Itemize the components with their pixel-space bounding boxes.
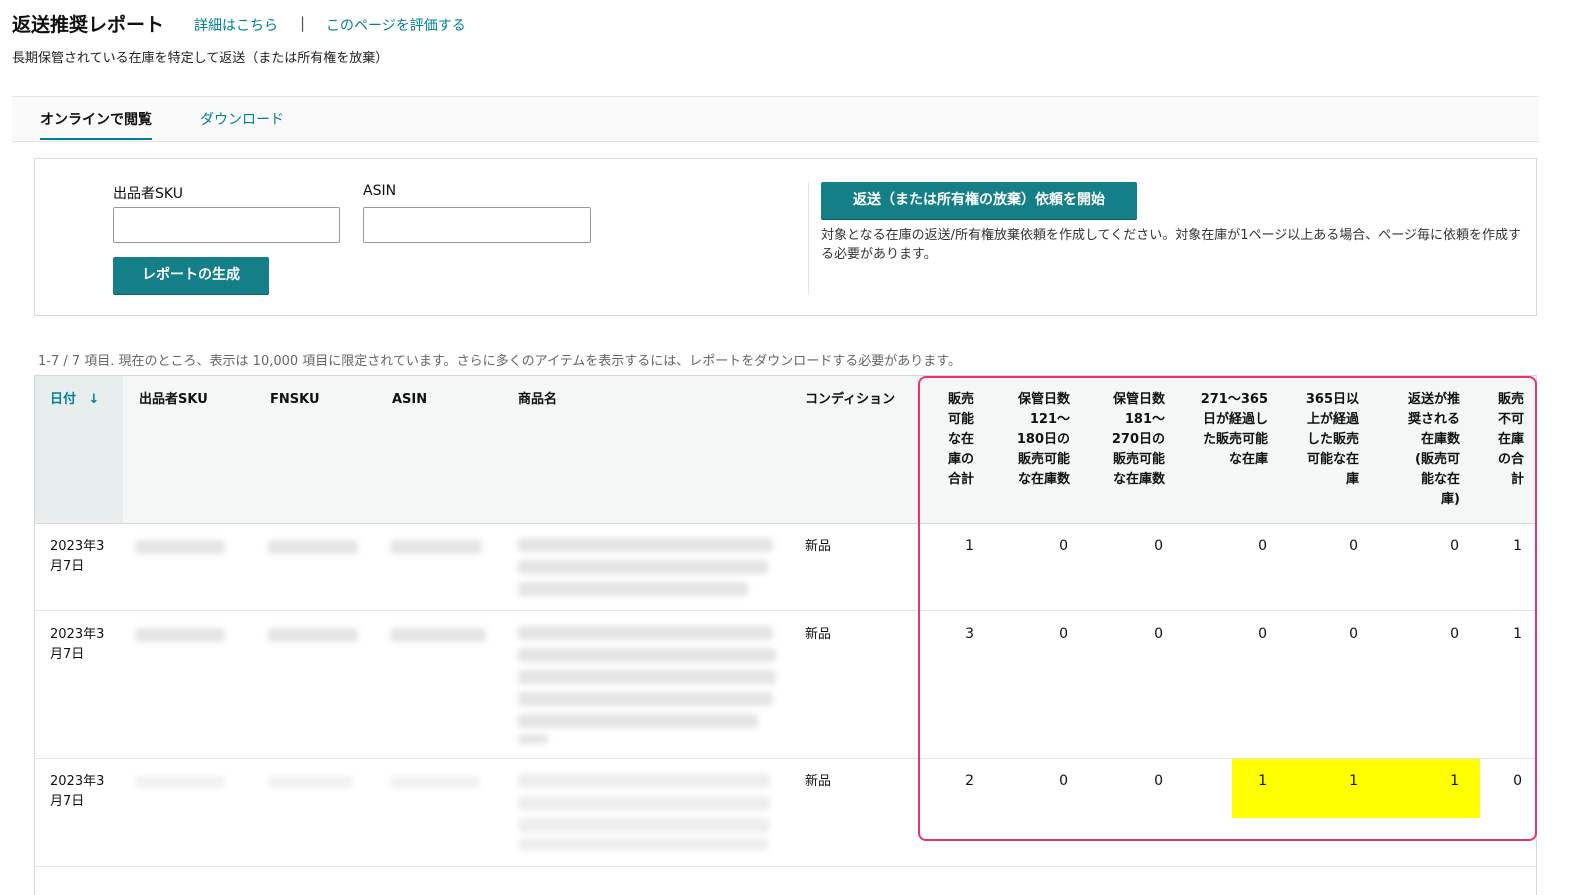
sort-down-arrow-icon[interactable]: ↓	[89, 392, 100, 407]
page-title: 返送推奨レポート	[12, 14, 165, 36]
date-line: 2023年3	[50, 627, 105, 642]
product-name-column-header[interactable]: 商品名	[518, 390, 557, 410]
panel-divider	[808, 182, 809, 294]
asin-input[interactable]	[363, 207, 591, 243]
blurred-fnsku	[268, 628, 358, 642]
blurred-product-name	[518, 818, 770, 832]
removal-info-text: 対象となる在庫の返送/所有権放棄依頼を作成してください。対象在庫が1ページ以上あ…	[821, 228, 1521, 262]
date-line: 月7日	[50, 559, 85, 574]
blurred-fnsku	[268, 540, 358, 554]
blurred-product-name	[518, 538, 773, 552]
blurred-sku	[135, 628, 225, 642]
blurred-sku	[135, 776, 225, 788]
blurred-product-name	[518, 774, 770, 788]
view-tabs: オンラインで閲覧 ダウンロード	[12, 96, 1539, 142]
condition-cell: 新品	[805, 539, 832, 554]
date-header-label: 日付	[50, 392, 77, 407]
date-line: 月7日	[50, 794, 85, 809]
date-line: 2023年3	[50, 774, 105, 789]
date-line: 2023年3	[50, 539, 105, 554]
sku-column-header[interactable]: 出品者SKU	[139, 390, 208, 410]
start-removal-button[interactable]: 返送（または所有権の放棄）依頼を開始	[821, 182, 1137, 219]
annotation-highlight-box	[918, 376, 1537, 841]
details-link[interactable]: 詳細はこちら	[194, 15, 278, 35]
tab-download[interactable]: ダウンロード	[200, 109, 284, 129]
blurred-fnsku	[268, 776, 353, 788]
blurred-sku	[135, 540, 225, 554]
blurred-product-name	[518, 734, 548, 744]
condition-column-header[interactable]: コンディション	[805, 390, 895, 410]
blurred-product-name	[518, 838, 768, 850]
date-cell: 2023年3 月7日	[50, 537, 104, 577]
rate-page-link[interactable]: このページを評価する	[326, 15, 466, 35]
page-subtitle: 長期保管されている在庫を特定して返送（または所有権を放棄）	[12, 51, 389, 66]
blurred-product-name	[518, 648, 776, 662]
date-cell: 2023年3 月7日	[50, 625, 104, 665]
asin-column-header[interactable]: ASIN	[392, 390, 427, 410]
asin-label: ASIN	[363, 183, 397, 199]
blurred-asin	[390, 540, 482, 554]
blurred-product-name	[518, 560, 768, 574]
blurred-product-name	[518, 670, 776, 684]
blurred-product-name	[518, 796, 770, 810]
generate-report-button[interactable]: レポートの生成	[113, 257, 269, 294]
blurred-asin	[390, 628, 486, 642]
blurred-product-name	[518, 714, 758, 728]
sku-label: 出品者SKU	[113, 186, 183, 202]
row-divider	[35, 866, 1536, 867]
condition-cell: 新品	[805, 627, 832, 642]
blurred-product-name	[518, 626, 773, 640]
date-column-header[interactable]: 日付 ↓	[50, 390, 99, 410]
condition-cell: 新品	[805, 774, 832, 789]
blurred-product-name	[518, 692, 773, 706]
blurred-product-name	[518, 582, 748, 596]
result-count: 1-7 / 7 項目. 現在のところ、表示は 10,000 項目に限定されていま…	[38, 354, 962, 369]
tab-view-online[interactable]: オンラインで閲覧	[40, 109, 152, 140]
sku-input[interactable]	[113, 207, 340, 243]
date-cell: 2023年3 月7日	[50, 772, 104, 812]
header-separator: |	[300, 14, 306, 32]
fnsku-column-header[interactable]: FNSKU	[270, 390, 320, 410]
date-line: 月7日	[50, 647, 85, 662]
blurred-asin	[390, 776, 480, 788]
